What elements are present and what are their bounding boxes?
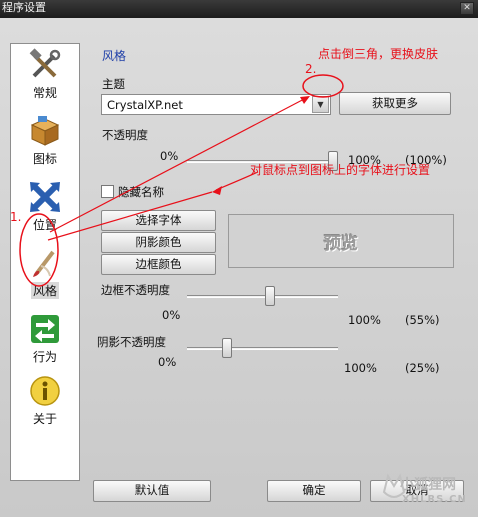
annotation-arrow-line [215,171,259,191]
annotation-arrow-line [49,96,309,233]
annotation-circle-style [19,213,59,287]
annotation-arrowhead [212,186,222,195]
annotation-arrow-line [47,191,213,241]
annotation-overlay [19,74,344,287]
watermark-text: 小狐狸网 [400,477,456,493]
annotation-circle-dropdown [302,74,344,98]
watermark-url: XHLRS.CN [402,494,467,505]
